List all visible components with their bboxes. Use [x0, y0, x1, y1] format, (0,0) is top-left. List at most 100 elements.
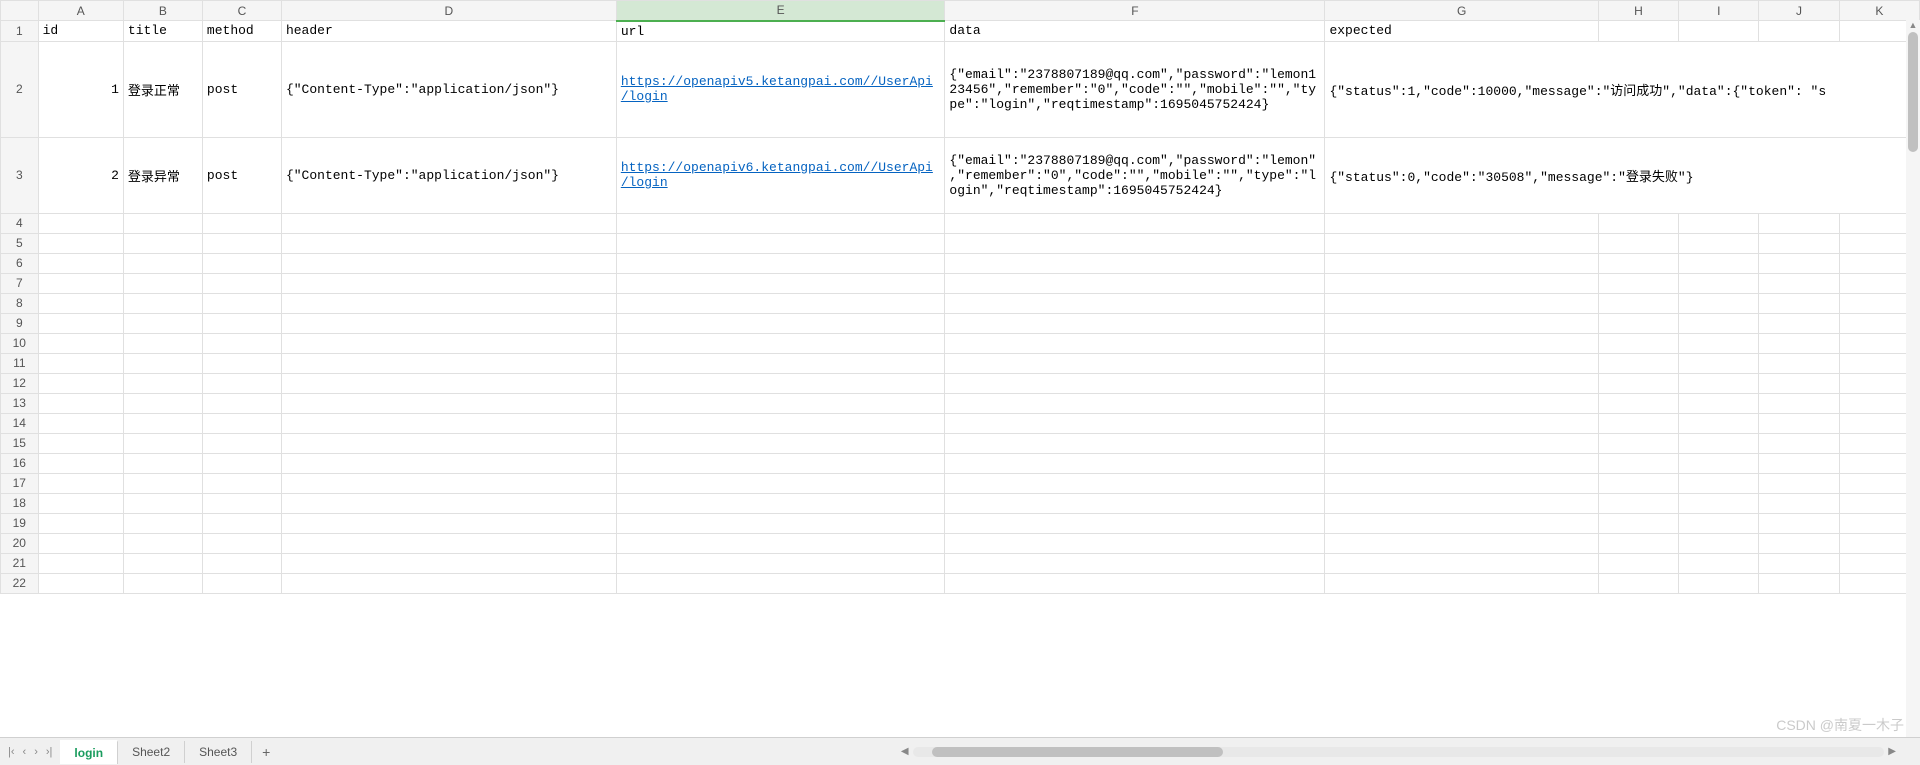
add-sheet-button[interactable]: + — [252, 740, 280, 764]
cell[interactable] — [945, 293, 1325, 313]
vertical-scrollbar[interactable]: ▲ — [1906, 20, 1920, 737]
horizontal-scrollbar[interactable] — [913, 747, 1885, 757]
cell[interactable] — [38, 353, 123, 373]
cell[interactable] — [1598, 413, 1678, 433]
cell[interactable] — [1679, 393, 1759, 413]
cell[interactable] — [202, 393, 281, 413]
cell[interactable] — [123, 213, 202, 233]
cell[interactable] — [1759, 353, 1839, 373]
cell[interactable] — [281, 473, 616, 493]
cell[interactable] — [38, 293, 123, 313]
cell[interactable] — [38, 313, 123, 333]
cell[interactable] — [1598, 553, 1678, 573]
cell[interactable] — [616, 353, 945, 373]
cell[interactable] — [1679, 213, 1759, 233]
cell[interactable] — [616, 273, 945, 293]
cell[interactable] — [1598, 433, 1678, 453]
col-header-I[interactable]: I — [1679, 1, 1759, 21]
cell[interactable] — [202, 353, 281, 373]
cell[interactable] — [945, 573, 1325, 593]
cell[interactable] — [123, 453, 202, 473]
nav-last-icon[interactable]: ›| — [46, 746, 53, 758]
cell[interactable] — [281, 453, 616, 473]
cell[interactable] — [1759, 313, 1839, 333]
cell-url[interactable]: https://openapiv6.ketangpai.com//UserApi… — [616, 137, 945, 213]
cell[interactable] — [1325, 293, 1598, 313]
row-header-17[interactable]: 17 — [1, 473, 39, 493]
cell[interactable] — [202, 253, 281, 273]
cell[interactable] — [1598, 353, 1678, 373]
cell[interactable] — [123, 573, 202, 593]
cell[interactable] — [1759, 413, 1839, 433]
cell[interactable] — [1598, 293, 1678, 313]
cell[interactable] — [945, 353, 1325, 373]
cell[interactable] — [202, 373, 281, 393]
cell[interactable] — [1325, 333, 1598, 353]
cell[interactable] — [1325, 433, 1598, 453]
col-header-K[interactable]: K — [1839, 1, 1919, 21]
cell[interactable] — [616, 453, 945, 473]
cell[interactable] — [202, 453, 281, 473]
cell[interactable] — [202, 233, 281, 253]
row-header-9[interactable]: 9 — [1, 313, 39, 333]
cell[interactable] — [1598, 573, 1678, 593]
cell-id[interactable]: 1 — [38, 41, 123, 137]
scroll-left-icon[interactable]: ◀ — [897, 746, 913, 757]
cell[interactable] — [38, 373, 123, 393]
col-header-G[interactable]: G — [1325, 1, 1598, 21]
cell[interactable] — [38, 333, 123, 353]
cell-expected[interactable]: {"status":1,"code":10000,"message":"访问成功… — [1325, 41, 1920, 137]
cell[interactable] — [202, 513, 281, 533]
cell[interactable] — [281, 373, 616, 393]
row-header-21[interactable]: 21 — [1, 553, 39, 573]
cell[interactable]: id — [38, 21, 123, 42]
row-header-2[interactable]: 2 — [1, 41, 39, 137]
cell[interactable] — [1759, 513, 1839, 533]
row-header-20[interactable]: 20 — [1, 533, 39, 553]
cell[interactable] — [1325, 373, 1598, 393]
cell[interactable] — [38, 453, 123, 473]
cell[interactable] — [616, 293, 945, 313]
cell[interactable]: data — [945, 21, 1325, 42]
cell[interactable] — [945, 393, 1325, 413]
cell[interactable] — [202, 433, 281, 453]
row-header-14[interactable]: 14 — [1, 413, 39, 433]
cell[interactable] — [202, 333, 281, 353]
row-header-15[interactable]: 15 — [1, 433, 39, 453]
cell[interactable] — [202, 413, 281, 433]
cell[interactable] — [1759, 433, 1839, 453]
cell[interactable] — [1325, 233, 1598, 253]
cell[interactable] — [38, 553, 123, 573]
cell[interactable] — [1325, 253, 1598, 273]
cell[interactable] — [1679, 333, 1759, 353]
cell[interactable] — [123, 533, 202, 553]
cell[interactable] — [1759, 21, 1839, 42]
cell[interactable] — [281, 213, 616, 233]
cell-method[interactable]: post — [202, 137, 281, 213]
cell[interactable] — [281, 253, 616, 273]
col-header-C[interactable]: C — [202, 1, 281, 21]
cell[interactable] — [1759, 493, 1839, 513]
cell[interactable] — [1325, 473, 1598, 493]
cell[interactable] — [38, 473, 123, 493]
cell[interactable] — [1759, 233, 1839, 253]
cell[interactable] — [1759, 373, 1839, 393]
cell[interactable] — [1679, 513, 1759, 533]
cell[interactable] — [123, 413, 202, 433]
cell[interactable] — [281, 333, 616, 353]
cell[interactable] — [1598, 393, 1678, 413]
cell[interactable] — [38, 273, 123, 293]
cell[interactable] — [38, 413, 123, 433]
vertical-scroll-thumb[interactable] — [1908, 32, 1918, 152]
cell[interactable] — [123, 393, 202, 413]
cell[interactable] — [1325, 493, 1598, 513]
cell-header[interactable]: {"Content-Type":"application/json"} — [281, 137, 616, 213]
cell-title[interactable]: 登录异常 — [123, 137, 202, 213]
col-header-H[interactable]: H — [1598, 1, 1678, 21]
cell[interactable] — [38, 433, 123, 453]
cell[interactable] — [1598, 213, 1678, 233]
cell[interactable] — [38, 233, 123, 253]
nav-first-icon[interactable]: |‹ — [8, 746, 15, 758]
cell[interactable]: method — [202, 21, 281, 42]
row-header-13[interactable]: 13 — [1, 393, 39, 413]
